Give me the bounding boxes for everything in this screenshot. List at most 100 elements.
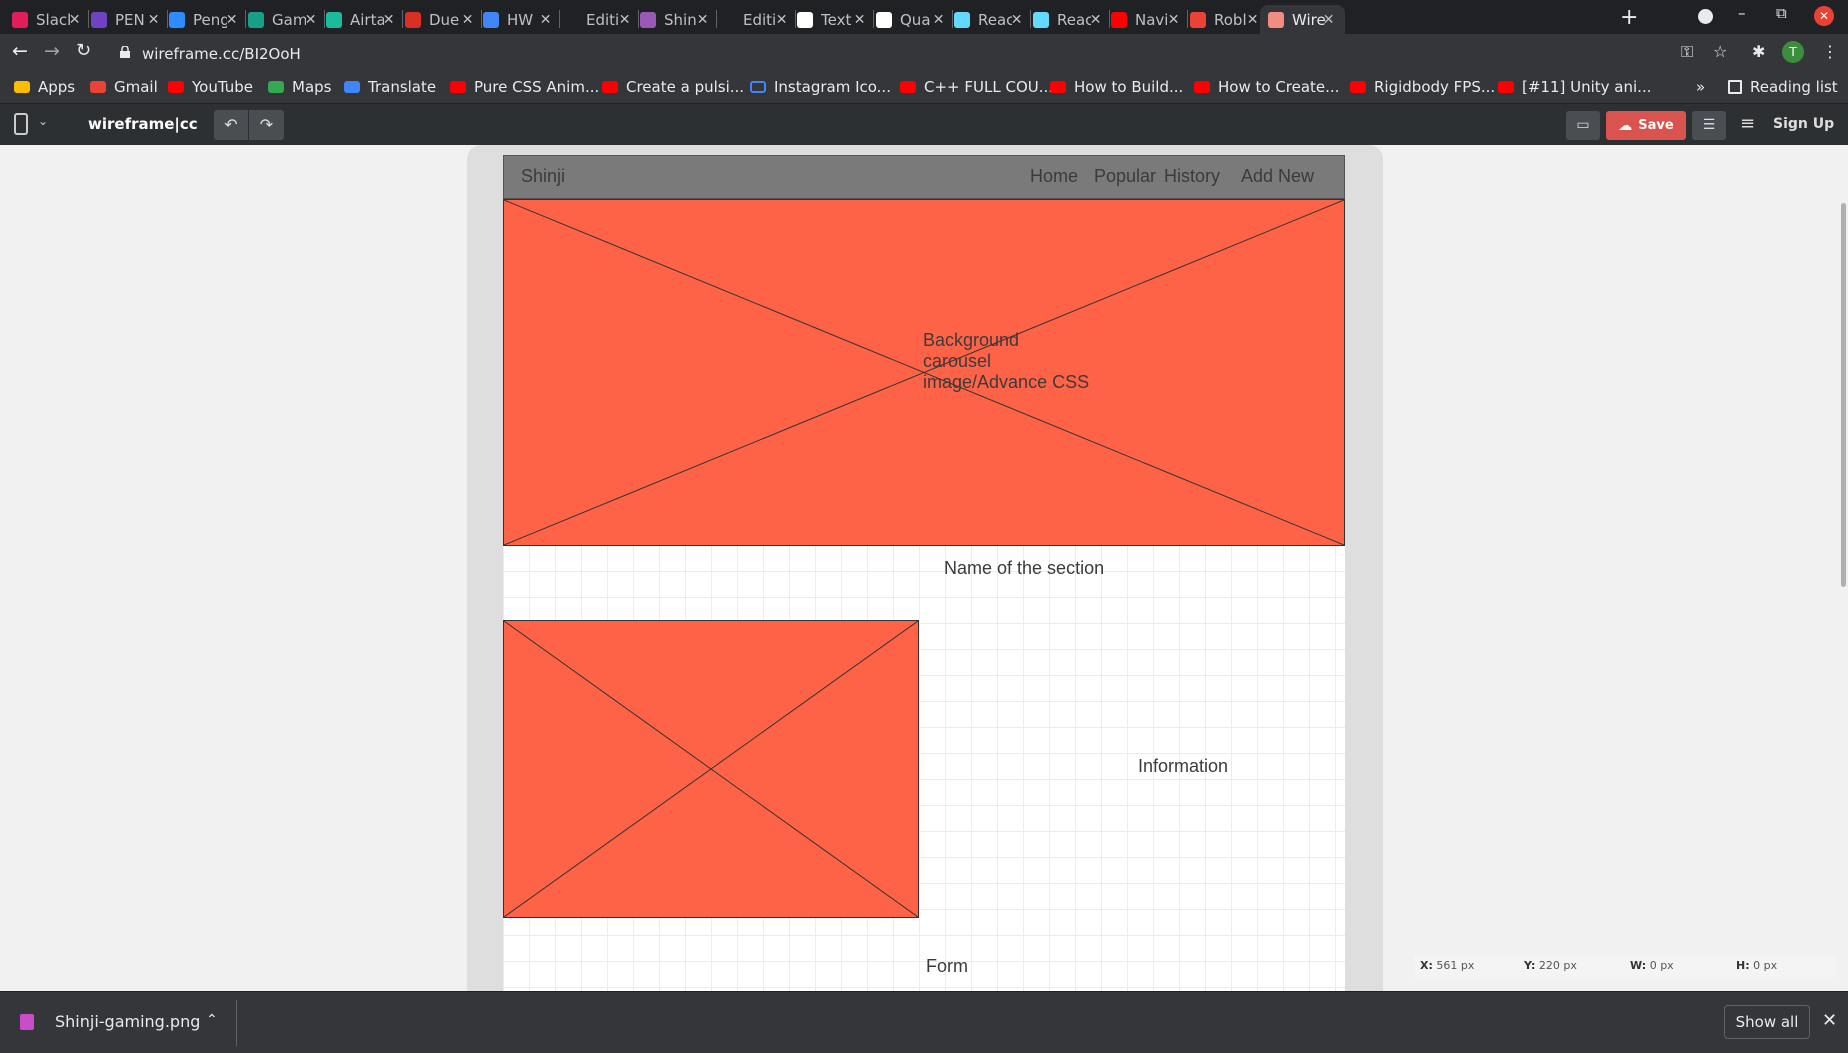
undo-icon[interactable]: ↶ [214, 110, 249, 140]
chevron-up-icon[interactable]: ⌃ [206, 1012, 218, 1028]
save-button[interactable]: ☁ Save [1606, 111, 1686, 140]
profile-avatar[interactable]: T [1782, 41, 1804, 63]
window-close-icon[interactable]: ✕ [1814, 6, 1834, 26]
hamburger-menu-icon[interactable]: ≡ [1740, 113, 1755, 134]
lock-icon [120, 46, 130, 58]
browser-tab[interactable]: Text ✕ [797, 5, 872, 34]
bookmark-item[interactable]: Instagram Ico... [750, 76, 891, 98]
browser-tab[interactable]: Peng ✕ [169, 5, 244, 34]
tab-close-icon[interactable]: ✕ [776, 12, 788, 28]
forward-icon[interactable]: → [44, 40, 60, 62]
wireframe-navbar[interactable]: Shinji Home Popular History Add New [503, 155, 1345, 199]
new-tab-button[interactable]: + [1620, 5, 1638, 30]
wireframe-page[interactable]: Shinji Home Popular History Add New Back… [503, 155, 1345, 991]
bookmark-item[interactable]: Pure CSS Anim... [450, 76, 599, 98]
settings-button[interactable]: ☰ [1692, 111, 1726, 140]
browser-tab[interactable]: PEN ✕ [91, 5, 166, 34]
chevron-down-icon[interactable]: ⌄ [38, 114, 48, 128]
bookmark-item[interactable]: How to Build... [1050, 76, 1183, 98]
browser-tab[interactable]: Navi ✕ [1111, 5, 1186, 34]
browser-tab[interactable]: Shin ✕ [640, 5, 715, 34]
browser-tab[interactable]: Wire ✕ [1260, 5, 1345, 34]
comment-button[interactable]: ▭ [1566, 111, 1600, 140]
more-bookmarks-button[interactable]: » [1696, 76, 1705, 98]
tab-close-icon[interactable]: ✕ [462, 12, 474, 28]
reload-icon[interactable]: ↻ [76, 40, 91, 61]
bookmark-item[interactable]: Translate [344, 76, 436, 98]
tab-close-icon[interactable]: ✕ [540, 12, 552, 28]
tab-close-icon[interactable]: ✕ [1011, 12, 1023, 28]
bookmark-item[interactable]: Gmail [90, 76, 158, 98]
browser-tab[interactable]: Slack✕ [12, 5, 87, 34]
coord-y-value: 220 px [1538, 959, 1577, 972]
mobile-device-icon[interactable] [14, 113, 28, 135]
kebab-menu-icon[interactable]: ⋮ [1822, 42, 1838, 61]
bookmark-item[interactable]: Create a pulsi... [602, 76, 744, 98]
tab-favicon-icon [1190, 11, 1206, 28]
tab-close-icon[interactable]: ✕ [697, 12, 709, 28]
vertical-scrollbar[interactable] [1841, 203, 1846, 587]
restore-icon[interactable]: ⧉ [1776, 4, 1787, 22]
tab-close-icon[interactable]: ✕ [148, 12, 160, 28]
image-placeholder-icon [504, 621, 918, 917]
extensions-icon[interactable]: ✱ [1752, 42, 1765, 61]
wireframe-brand[interactable]: Shinji [521, 166, 565, 187]
tab-close-icon[interactable]: ✕ [933, 12, 945, 28]
tab-close-icon[interactable]: ✕ [619, 12, 631, 28]
bookmark-item[interactable]: Maps [268, 76, 331, 98]
tab-close-icon[interactable]: ✕ [305, 12, 317, 28]
address-bar[interactable]: wireframe.cc/BI2OoH [112, 37, 1732, 67]
tab-close-icon[interactable]: ✕ [1323, 12, 1335, 28]
tab-close-icon[interactable]: ✕ [226, 12, 238, 28]
tab-close-icon[interactable]: ✕ [854, 12, 866, 28]
tab-close-icon[interactable]: ✕ [1247, 12, 1259, 28]
tab-separator [716, 10, 717, 28]
tab-separator [795, 10, 796, 28]
content-image-placeholder[interactable] [503, 620, 919, 918]
section-title[interactable]: Name of the section [944, 558, 1104, 579]
tab-close-icon[interactable]: ✕ [1090, 12, 1102, 28]
redo-icon[interactable]: ↷ [249, 110, 284, 140]
browser-tab[interactable]: Editi ✕ [562, 5, 637, 34]
wireframe-nav-add-new[interactable]: Add New [1241, 166, 1314, 187]
browser-tab[interactable]: Due ✕ [405, 5, 480, 34]
browser-tab[interactable]: HW ✕ [483, 5, 558, 34]
app-logo[interactable]: wireframe|cc [88, 115, 198, 133]
sign-up-link[interactable]: Sign Up [1773, 116, 1834, 132]
bookmark-item[interactable]: C++ FULL COU... [900, 76, 1053, 98]
browser-tab[interactable]: Airta ✕ [326, 5, 401, 34]
hero-caption[interactable]: Background carousel image/Advance CSS [923, 330, 1113, 393]
bookmark-label: YouTube [192, 78, 253, 96]
bookmark-item[interactable]: YouTube [168, 76, 253, 98]
browser-tab[interactable]: Reac ✕ [954, 5, 1029, 34]
close-icon[interactable]: ✕ [1822, 1010, 1837, 1031]
star-icon[interactable]: ☆ [1713, 42, 1727, 61]
download-filename[interactable]: Shinji-gaming.png [55, 1012, 200, 1031]
tab-favicon-icon [640, 11, 656, 28]
minimize-icon[interactable]: – [1738, 4, 1746, 22]
bookmark-item[interactable]: [#11] Unity ani... [1498, 76, 1651, 98]
wireframe-nav-popular[interactable]: Popular [1094, 166, 1156, 187]
browser-tab[interactable]: Editi ✕ [719, 5, 794, 34]
wireframe-nav-history[interactable]: History [1164, 166, 1220, 187]
back-icon[interactable]: ← [12, 40, 28, 62]
browser-tab[interactable]: Robl ✕ [1190, 5, 1265, 34]
tab-search-icon[interactable] [1698, 9, 1713, 24]
form-text[interactable]: Form [926, 956, 968, 977]
tab-close-icon[interactable]: ✕ [1168, 12, 1180, 28]
bookmark-item[interactable]: Rigidbody FPS... [1350, 76, 1495, 98]
bookmark-item[interactable]: How to Create... [1194, 76, 1339, 98]
browser-tab[interactable]: Gam ✕ [248, 5, 323, 34]
tab-close-icon[interactable]: ✕ [69, 12, 81, 28]
wireframe-nav-home[interactable]: Home [1030, 166, 1078, 187]
browser-tab[interactable]: Qua ✕ [876, 5, 951, 34]
reading-list-button[interactable]: Reading list [1728, 76, 1838, 98]
browser-tab[interactable]: Reac ✕ [1033, 5, 1108, 34]
tab-close-icon[interactable]: ✕ [383, 12, 395, 28]
url-text[interactable]: wireframe.cc/BI2OoH [142, 45, 301, 63]
key-icon[interactable]: ⚿ [1681, 42, 1693, 62]
bookmark-label: Gmail [114, 78, 158, 96]
bookmark-item[interactable]: Apps [14, 76, 75, 98]
information-text[interactable]: Information [1138, 756, 1228, 777]
show-all-button[interactable]: Show all [1724, 1005, 1810, 1039]
